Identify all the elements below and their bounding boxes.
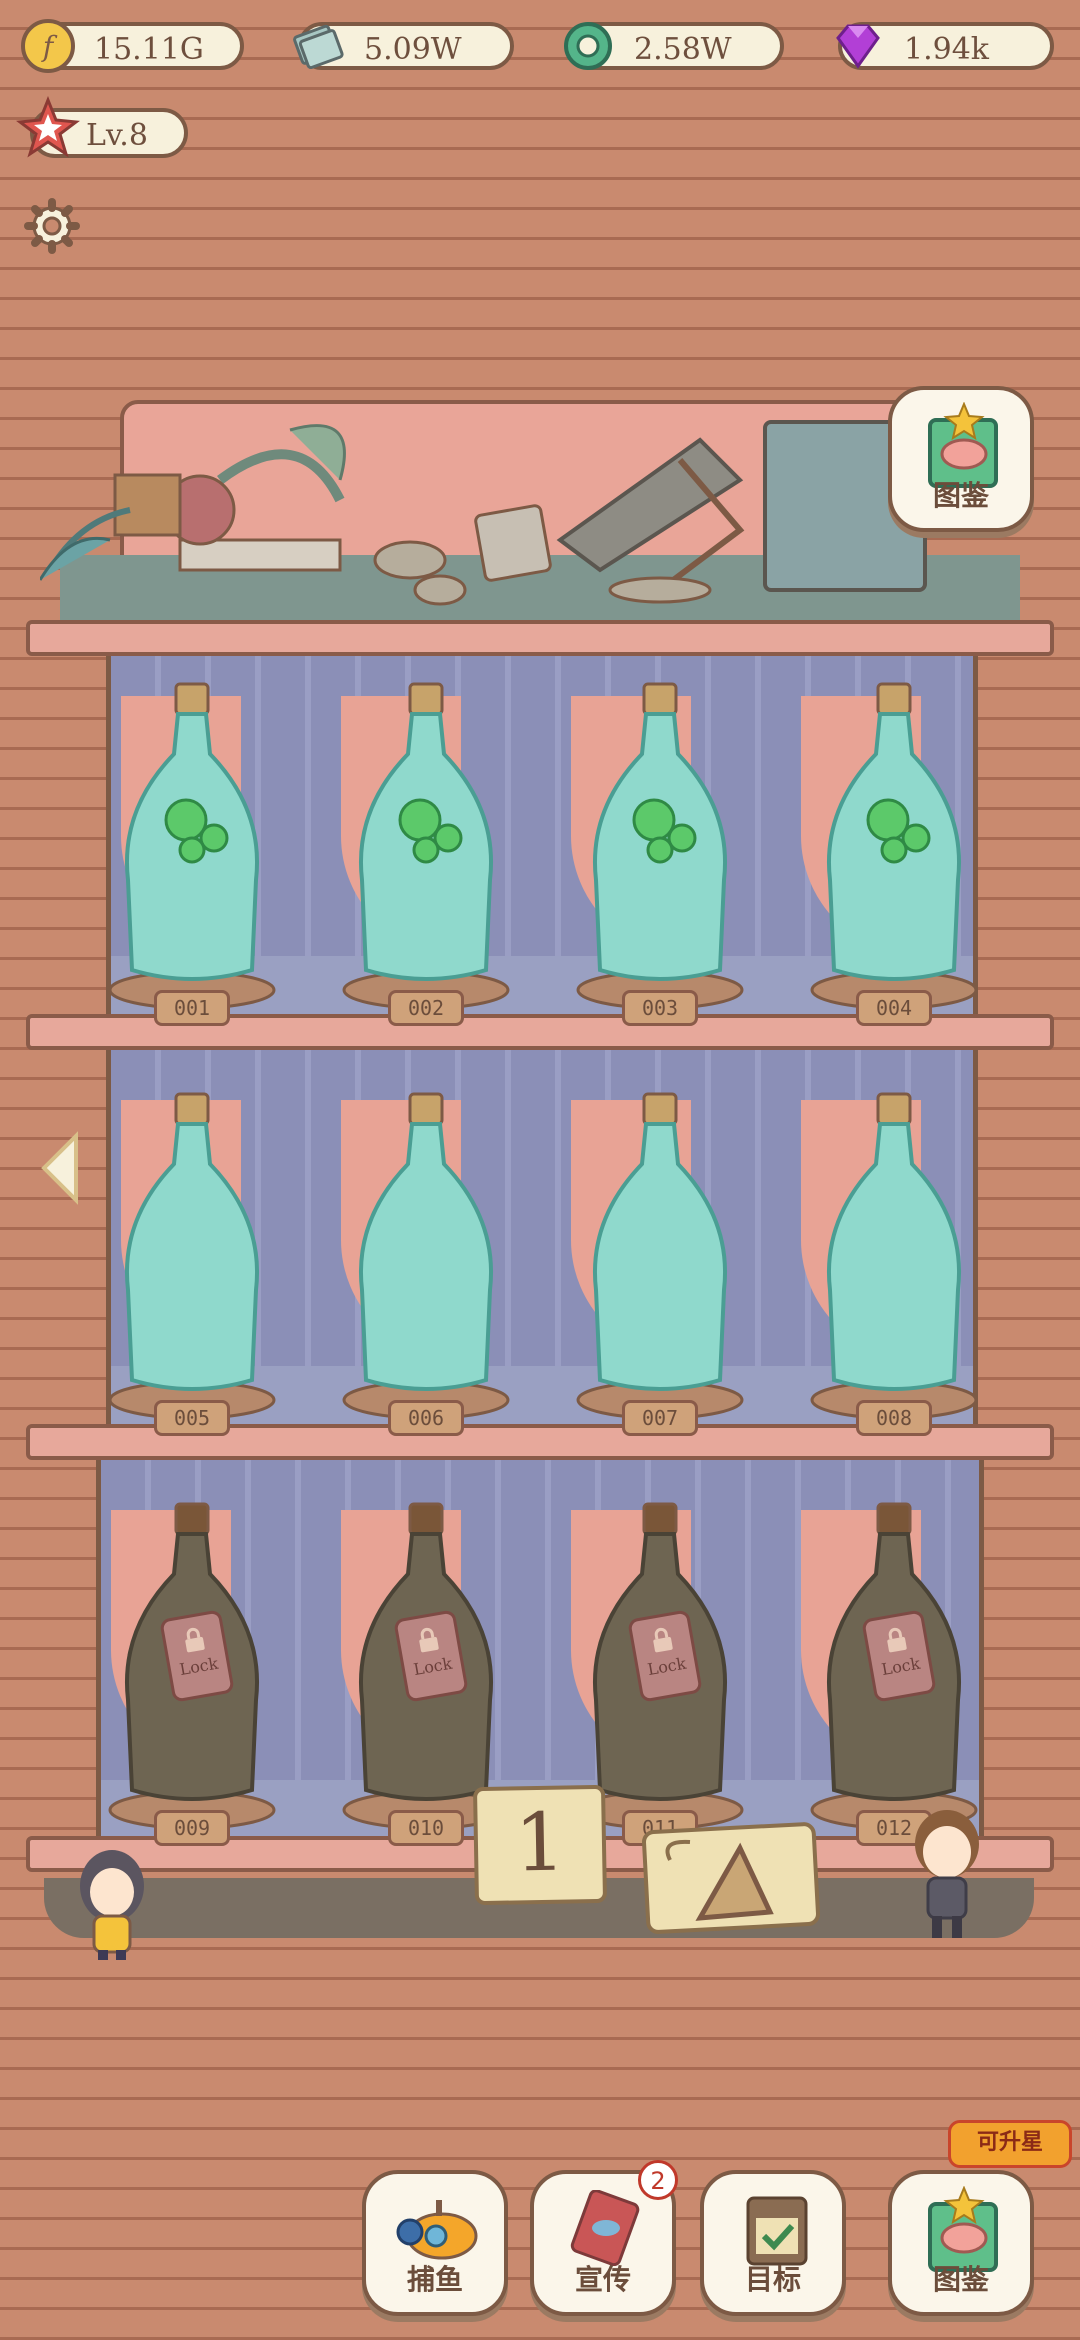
fish-egg-cluster-icon [398,798,463,864]
submarine-icon [396,2200,478,2260]
collection-top-label: 图鉴 [932,479,989,512]
cash-value: 5.09W [364,32,462,67]
bottle-slot[interactable]: 003 [560,670,760,1030]
bottle-number-label: 005 [154,1400,230,1436]
bottle-number-label: 001 [154,990,230,1026]
fish-egg-cluster-icon [632,798,697,864]
lock-text: Lock [412,1653,454,1680]
collection-button-top[interactable]: 图鉴 [888,386,1034,532]
promote-badge: 2 [638,2160,678,2200]
fishing-label: 捕鱼 [406,2263,463,2296]
page-number: 1 [513,1795,567,1890]
fish-egg-cluster-icon [164,798,229,864]
play-next-button[interactable] [640,1820,824,1936]
promote-label: 宣传 [574,2263,631,2296]
lock-text: Lock [178,1653,220,1680]
girl-character-icon [80,1850,144,1960]
padlock-icon [185,1627,205,1653]
purple-diamond-icon [836,24,880,69]
bottle-slot[interactable]: 004 [794,670,994,1030]
bottle-slot[interactable]: 008 [794,1080,994,1440]
bottle-slot[interactable]: Lock 009 [92,1490,292,1850]
boy-character-icon [915,1810,979,1938]
diamond-counter[interactable]: 1.94k [836,22,1054,70]
bottle-number-label: 007 [622,1400,698,1436]
flyer-icon [570,2190,640,2266]
bottle-slot[interactable]: 005 [92,1080,292,1440]
gold-counter[interactable]: f 15.11G [21,19,244,73]
promote-button[interactable]: 2 宣传 [530,2160,678,2316]
bottle-number-label: 004 [856,990,932,1026]
cash-stack-icon [293,24,344,70]
bottle-slot[interactable]: 007 [560,1080,760,1440]
checklist-clipboard-icon [746,2196,808,2266]
diamond-value: 1.94k [904,32,989,67]
bottle-number-label: 003 [622,990,698,1026]
goals-label: 目标 [744,2263,801,2296]
fishing-button[interactable]: 捕鱼 [362,2170,508,2316]
bottle-number-label: 009 [154,1810,230,1846]
green-gem-counter[interactable]: 2.58W [564,22,784,70]
upgrade-star-tooltip: 可升星 [948,2120,1072,2168]
bottle-number-label: 008 [856,1400,932,1436]
lock-text: Lock [880,1653,922,1680]
padlock-icon [887,1627,907,1653]
bottle-slot[interactable]: 006 [326,1080,526,1440]
lock-text: Lock [646,1653,688,1680]
bottle-slot[interactable]: 001 [92,670,292,1030]
bottle-number-label: 006 [388,1400,464,1436]
collection-label: 图鉴 [932,2263,989,2296]
gold-coin-icon: f [21,19,75,73]
gold-value: 15.11G [94,32,204,67]
collection-button[interactable]: 图鉴 [888,2170,1034,2316]
level-text: Lv.8 [86,118,148,153]
bottle-slot[interactable]: 002 [326,670,526,1030]
settings-gear-icon[interactable] [24,198,80,254]
green-gem-icon [564,22,612,70]
bottle-number-label: 002 [388,990,464,1026]
shelf-plank-top [26,620,1054,656]
page-number-card: 1 [472,1784,608,1906]
green-gem-value: 2.58W [634,32,732,67]
fish-egg-cluster-icon [866,798,931,864]
star-level-icon [16,96,80,158]
player-level[interactable]: Lv.8 [16,96,188,158]
padlock-icon [653,1627,673,1653]
bottle-slot[interactable]: Lock 012 [794,1490,994,1850]
cash-counter[interactable]: 5.09W [293,22,514,70]
padlock-icon [419,1627,439,1653]
bottle-number-label: 010 [388,1810,464,1846]
prev-page-arrow-icon[interactable] [36,1130,84,1206]
goals-button[interactable]: 目标 [700,2170,846,2316]
